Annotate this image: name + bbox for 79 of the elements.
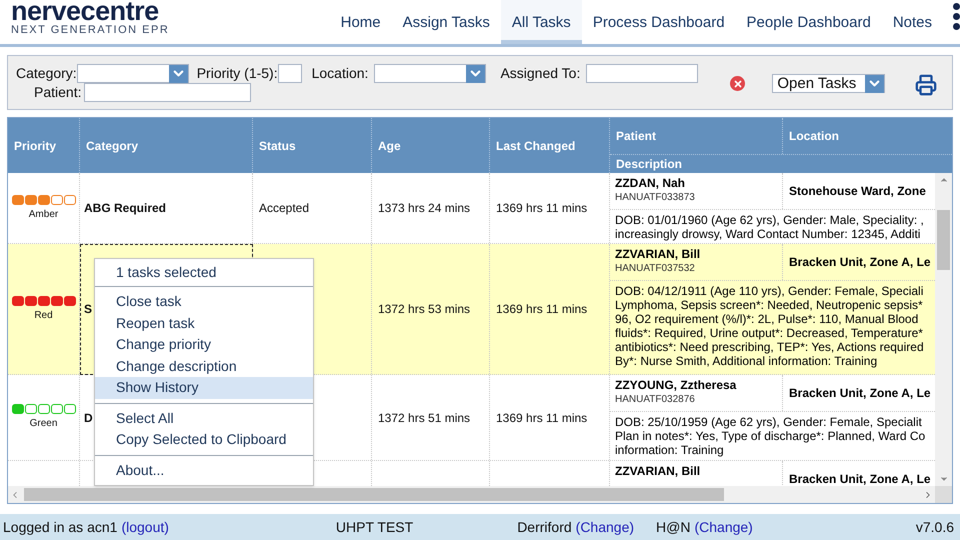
printer-icon[interactable] <box>915 74 938 96</box>
description-line: DOB: 01/01/1960 (Age 62 yrs), Gender: Male, Speciality: , <box>615 213 925 227</box>
location-label: Location: <box>312 64 368 83</box>
patient-id: HANUATF037532 <box>615 262 696 275</box>
horizontal-scrollbar[interactable] <box>8 486 935 503</box>
menu-item[interactable]: Reopen task <box>95 312 313 334</box>
nav-tab[interactable]: All Tasks <box>500 0 582 44</box>
change-site-link[interactable]: (Change) <box>576 516 634 538</box>
table-row[interactable] <box>8 173 935 244</box>
assigned-to-label: Assigned To: <box>500 64 580 83</box>
menu-item[interactable]: Show History <box>95 377 313 398</box>
table-cell-text: 1372 hrs 53 mins <box>378 301 470 318</box>
dropdown-button[interactable] <box>466 64 486 82</box>
scrollbar-thumb[interactable] <box>24 488 724 501</box>
logo-tagline: NEXT GENERATION EPR <box>11 24 170 37</box>
table-cell-text: 1369 hrs 11 mins <box>496 200 588 217</box>
select-field[interactable] <box>374 64 486 83</box>
patient-id: HANUATF032876 <box>615 393 696 406</box>
table-cell-text: 1372 hrs 51 mins <box>378 410 470 426</box>
description-line: antibiotics*: Need prescribing, TEP*: Yes, Actions required <box>615 340 925 354</box>
patient-field[interactable] <box>84 83 252 102</box>
description-line: DOB: 25/10/1959 (Age 62 yrs), Gender: Female, Specialit <box>615 415 923 429</box>
version-text: v7.0.6 <box>916 518 954 536</box>
description-line: By*: Nurse Smith, Additional information: Training <box>615 354 878 368</box>
clear-filter-icon[interactable] <box>730 76 746 91</box>
menu-item[interactable]: Copy Selected to Clipboard <box>95 429 313 450</box>
patient-label: Patient: <box>34 83 82 102</box>
table-cell-text: 1369 hrs 11 mins <box>496 301 588 318</box>
table-cell-text: 1373 hrs 24 mins <box>378 200 470 217</box>
description-line: information: Training <box>615 443 725 457</box>
patient-name: ZZVARIAN, Bill <box>615 464 702 479</box>
logout-link[interactable]: (logout) <box>121 516 169 538</box>
service-text: H@N <box>656 518 690 536</box>
location-text: Stonehouse Ward, Zone <box>789 183 926 200</box>
select-field[interactable] <box>76 64 189 83</box>
scrollbar-thumb[interactable] <box>937 210 950 270</box>
dropdown-button[interactable] <box>168 64 188 82</box>
location-text: Bracken Unit, Zone A, Le <box>789 254 931 271</box>
category-label: Category: <box>16 64 77 83</box>
priority-label: Green <box>30 417 58 431</box>
menu-item[interactable]: Close task <box>95 291 313 312</box>
menu-item[interactable]: Change description <box>95 356 313 377</box>
change-service-link[interactable]: (Change) <box>694 516 753 538</box>
menu-item[interactable]: About... <box>95 460 313 481</box>
menu-title: 1 tasks selected <box>115 263 218 282</box>
dropdown-button[interactable] <box>865 74 884 92</box>
patient-name: ZZVARIAN, Bill <box>615 247 702 262</box>
patient-name: ZZDAN, Nah <box>615 176 686 191</box>
site-text: Derriford <box>517 518 572 536</box>
patient-name: ZZYOUNG, Zztheresa <box>615 378 738 393</box>
assigned-to-field[interactable] <box>586 64 698 83</box>
table-cell-text: 1369 hrs 11 mins <box>496 410 588 426</box>
table-cell-text: Accepted <box>259 200 310 217</box>
select-field[interactable]: Open Tasks <box>772 74 886 93</box>
description-line: increasingly drowsy, Ward Contact Number: 12345, Additi <box>615 227 922 241</box>
description-line: DOB: 04/12/1911 (Age 110 yrs), Gender: Female, Speciali <box>615 284 924 298</box>
environment-text: UHPT TEST <box>336 518 414 536</box>
location-text: Bracken Unit, Zone A, Le <box>789 385 931 402</box>
priority-label: Amber <box>28 208 58 222</box>
menu-item[interactable]: Change priority <box>95 334 313 356</box>
menu-item[interactable]: Select All <box>95 408 313 429</box>
table-cell-text: D <box>84 410 93 426</box>
table-cell-text: S <box>84 301 92 318</box>
priority-label: Red <box>34 308 53 322</box>
vertical-scrollbar[interactable] <box>935 173 952 486</box>
description-line: 96, O2 requirement (%/l)*: 2L, Pulse*: 110, Manual Blood <box>615 312 920 326</box>
priority-label: Priority (1-5): <box>196 64 278 83</box>
description-line: fluids*: Required, Urine output*: Decreased, Temperature* <box>615 326 924 340</box>
description-line: Lymphoma, Sepsis screen*: Needed, Neutropenic sepsis* <box>615 298 924 312</box>
location-text: Bracken Unit, Zone A, Le <box>789 471 931 486</box>
scrollbar-corner <box>935 486 952 503</box>
view-select-value: Open Tasks <box>777 75 856 92</box>
table-cell-text: ABG Required <box>84 200 166 217</box>
priority-field[interactable] <box>278 64 302 83</box>
patient-id: HANUATF033873 <box>615 191 696 204</box>
logged-in-text: Logged in as acn1 <box>3 518 118 537</box>
logo-text: nervecentre <box>11 0 159 24</box>
more-menu-icon[interactable] <box>953 3 960 30</box>
description-line: Plan in notes*: Yes, Type of discharge*: Planned, Ward Co <box>615 429 926 443</box>
